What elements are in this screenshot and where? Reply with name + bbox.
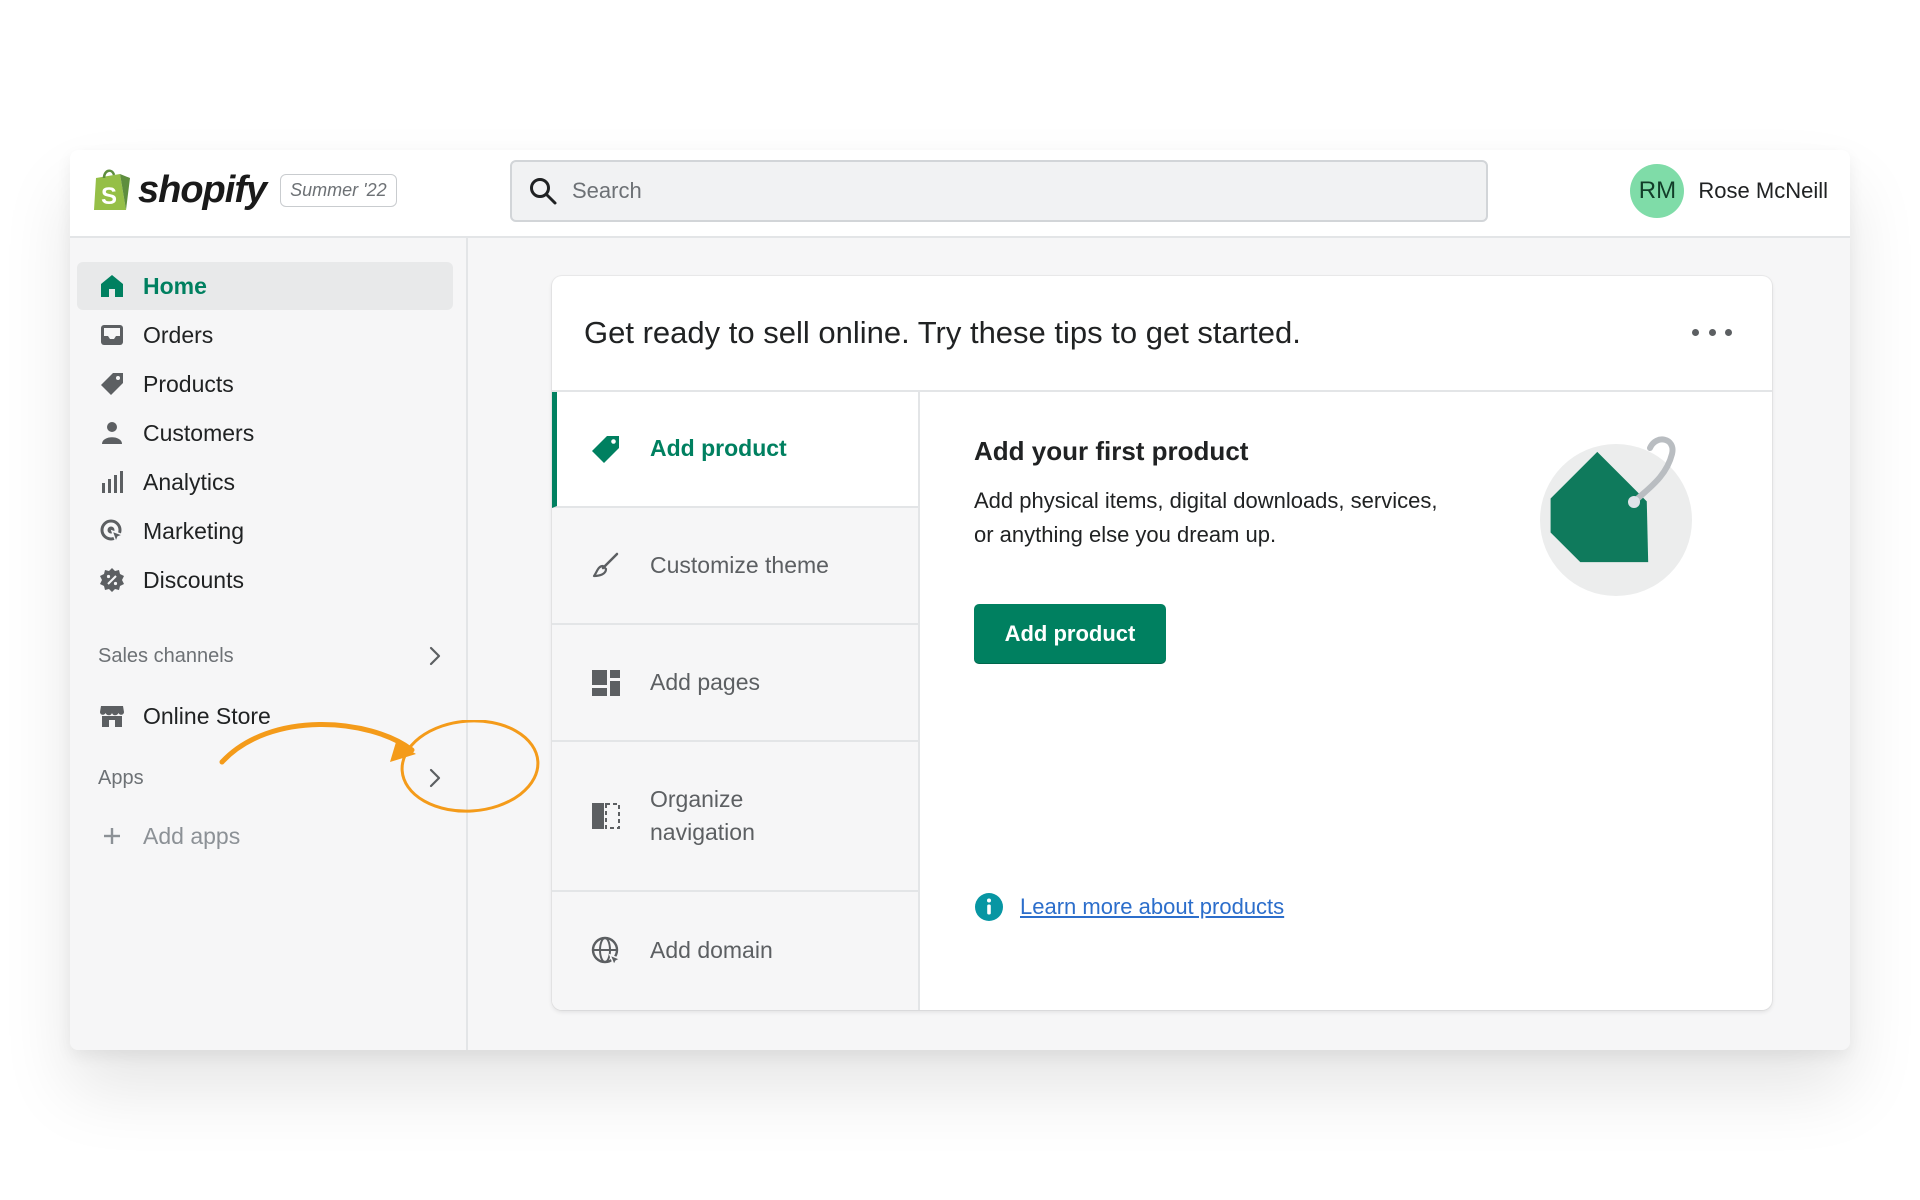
info-icon xyxy=(975,893,1003,921)
edition-badge: Summer '22 xyxy=(280,173,397,207)
target-icon xyxy=(99,518,125,544)
detail-title: Add your first product xyxy=(974,436,1249,466)
tag-icon xyxy=(99,371,125,397)
sidebar-item-products[interactable]: Products xyxy=(77,360,453,408)
search-icon xyxy=(530,178,557,205)
tab-label: Add pages xyxy=(650,668,760,695)
chevron-right-icon[interactable] xyxy=(422,643,448,669)
sidebar-item-label: Marketing xyxy=(143,517,244,544)
tag-icon xyxy=(590,433,622,465)
shopify-bag-icon: S xyxy=(94,169,130,210)
tab-organize-navigation[interactable]: Organize navigation xyxy=(552,742,918,892)
app-window: S shopify Summer '22 RM Rose McNeill Hom… xyxy=(70,150,1850,1050)
sidebar-item-label: Home xyxy=(143,272,207,299)
setup-guide-card: Get ready to sell online. Try these tips… xyxy=(552,276,1772,1010)
product-tag-illustration xyxy=(1540,436,1692,596)
sidebar-item-label: Customers xyxy=(143,419,255,446)
sidebar-item-label: Products xyxy=(143,370,234,397)
sidebar-item-orders[interactable]: Orders xyxy=(77,311,453,359)
apps-header: Apps xyxy=(98,758,448,798)
learn-more: Learn more about products xyxy=(974,892,1284,922)
add-apps-button[interactable]: Add apps xyxy=(77,812,453,860)
person-icon xyxy=(99,420,125,446)
learn-more-link[interactable]: Learn more about products xyxy=(1020,894,1284,920)
sidebar-item-online-store[interactable]: Online Store xyxy=(77,692,453,740)
tab-customize-theme[interactable]: Customize theme xyxy=(552,508,918,625)
sidebar: Home Orders Products Customers Analytics xyxy=(70,238,468,1050)
store-icon xyxy=(99,703,125,729)
user-menu[interactable]: RM Rose McNeill xyxy=(1630,164,1828,218)
sidebar-item-discounts[interactable]: Discounts xyxy=(77,556,453,604)
search-input[interactable] xyxy=(572,178,1452,204)
avatar: RM xyxy=(1630,164,1685,218)
tab-label: Organize navigation xyxy=(650,785,755,845)
tab-label: Customize theme xyxy=(650,551,829,578)
sidebar-item-analytics[interactable]: Analytics xyxy=(77,458,453,506)
tab-label: Add domain xyxy=(650,937,773,964)
shopify-logo[interactable]: S shopify Summer '22 xyxy=(90,166,397,214)
tab-add-product[interactable]: Add product xyxy=(552,392,918,508)
navigation-icon xyxy=(590,800,622,832)
card-header: Get ready to sell online. Try these tips… xyxy=(552,276,1772,392)
home-icon xyxy=(99,273,125,299)
dot-icon xyxy=(1692,328,1699,336)
search-bar[interactable] xyxy=(510,160,1488,222)
discount-icon xyxy=(99,567,125,593)
top-bar: S shopify Summer '22 RM Rose McNeill xyxy=(70,150,1850,238)
add-product-button[interactable]: Add product xyxy=(974,604,1166,664)
tips-tab-list: Add product Customize theme Add pages Or… xyxy=(552,392,920,1010)
more-options-button[interactable] xyxy=(1692,320,1732,344)
chevron-right-icon[interactable] xyxy=(422,765,448,791)
layout-icon xyxy=(590,667,622,699)
sidebar-item-marketing[interactable]: Marketing xyxy=(77,507,453,555)
section-title: Sales channels xyxy=(98,644,234,667)
svg-text:S: S xyxy=(101,183,117,210)
tab-add-pages[interactable]: Add pages xyxy=(552,625,918,742)
sales-channels-header: Sales channels xyxy=(98,636,448,676)
globe-icon xyxy=(590,935,622,967)
dot-icon xyxy=(1725,328,1732,336)
tab-label: Add product xyxy=(650,435,787,462)
sidebar-item-label: Add apps xyxy=(143,822,241,849)
sidebar-item-label: Online Store xyxy=(143,702,271,729)
bar-chart-icon xyxy=(99,469,125,495)
section-title: Apps xyxy=(98,766,144,789)
brush-icon xyxy=(590,550,622,582)
detail-description: Add physical items, digital downloads, s… xyxy=(974,488,1438,547)
card-title: Get ready to sell online. Try these tips… xyxy=(584,315,1301,350)
dot-icon xyxy=(1708,328,1716,336)
sidebar-item-label: Discounts xyxy=(143,566,244,593)
sidebar-item-customers[interactable]: Customers xyxy=(77,409,453,457)
inbox-icon xyxy=(99,322,125,348)
sidebar-item-home[interactable]: Home xyxy=(77,262,453,310)
user-name: Rose McNeill xyxy=(1698,178,1828,203)
sidebar-item-label: Analytics xyxy=(143,468,236,495)
tab-add-domain[interactable]: Add domain xyxy=(552,892,918,1010)
plus-icon xyxy=(99,823,125,849)
brand-name: shopify xyxy=(138,168,267,211)
sidebar-item-label: Orders xyxy=(143,321,214,348)
